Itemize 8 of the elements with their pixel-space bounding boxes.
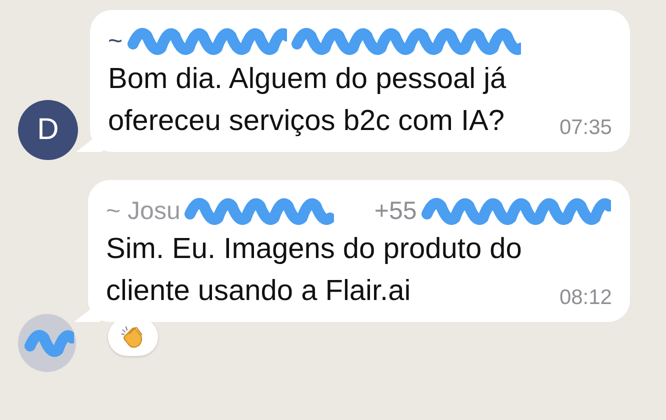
message-time: 08:12 <box>559 286 612 311</box>
message-time: 07:35 <box>559 116 612 141</box>
message-text: Sim. Eu. Imagens do produto do cliente usando a Flair.ai <box>106 232 523 309</box>
redaction-scribble <box>24 328 74 358</box>
sender-name[interactable]: ~ <box>108 26 123 56</box>
message-text: Bom dia. Alguem do pessoal já ofereceu serviços b2c com IA? <box>108 62 508 139</box>
phone-number: +55 <box>374 196 417 226</box>
avatar[interactable]: D <box>18 100 78 160</box>
